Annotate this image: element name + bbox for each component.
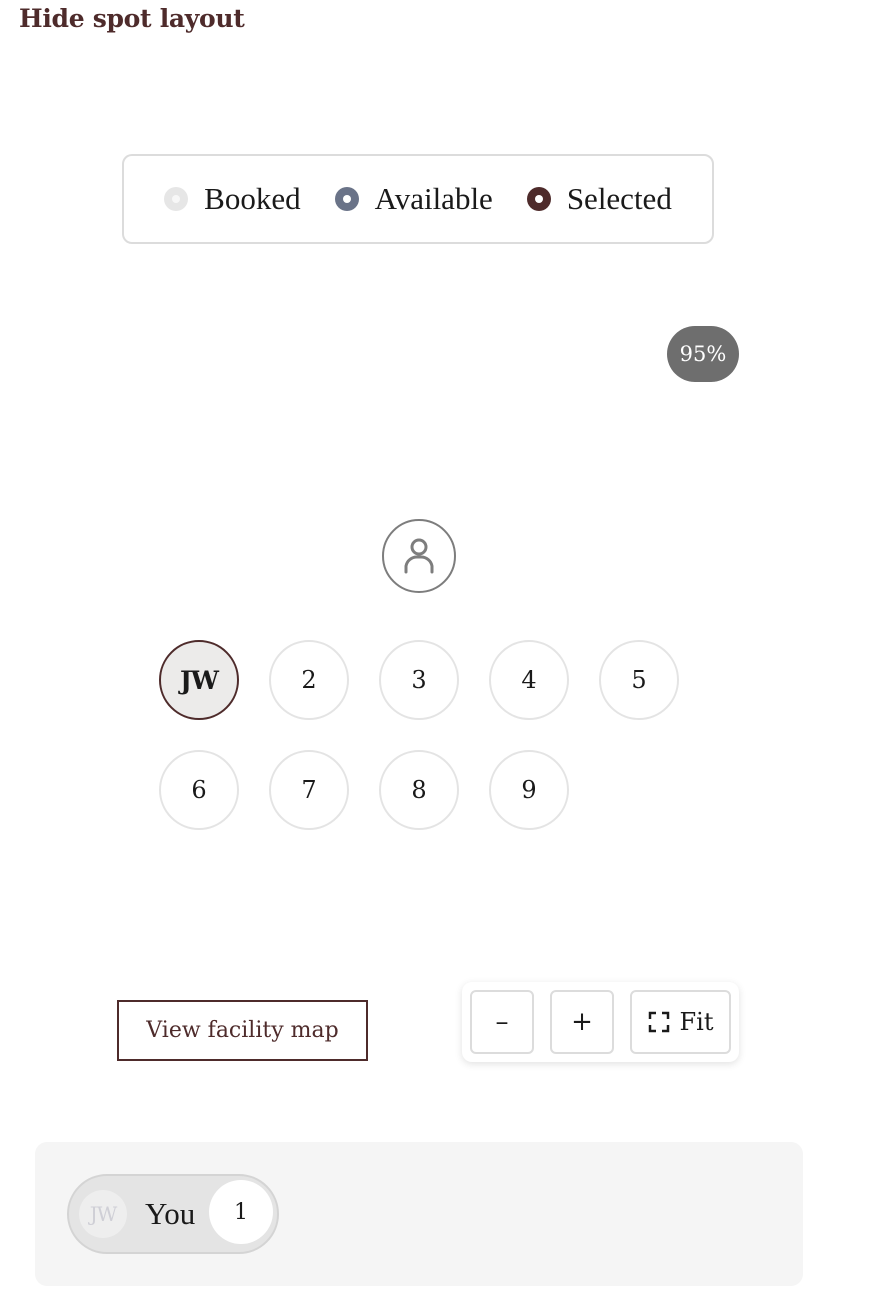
spot-8[interactable]: 8 [379, 750, 459, 830]
fit-label: Fit [679, 1008, 714, 1036]
fit-screen-icon [648, 1011, 669, 1033]
avatar: JW [79, 1190, 127, 1238]
legend-label-booked: Booked [204, 181, 301, 216]
hide-spot-layout-link[interactable]: Hide spot layout [19, 4, 245, 33]
available-dot-icon [334, 187, 359, 211]
legend-label-available: Available [374, 181, 493, 216]
attendee-spot-count: 1 [209, 1180, 273, 1244]
legend-label-selected: Selected [566, 181, 672, 216]
fit-button[interactable]: Fit [630, 990, 731, 1054]
legend-item-selected: Selected [526, 181, 672, 217]
spot-7[interactable]: 7 [269, 750, 349, 830]
spot-3[interactable]: 3 [379, 640, 459, 720]
spot-5[interactable]: 5 [599, 640, 679, 720]
booked-dot-icon [164, 187, 189, 211]
spot-2[interactable]: 2 [269, 640, 349, 720]
attendee-panel: JW You 1 [35, 1142, 803, 1286]
spot-legend: Booked Available Selected [122, 154, 714, 244]
legend-item-booked: Booked [164, 181, 301, 217]
zoom-level-badge: 95% [667, 326, 739, 382]
zoom-in-button[interactable]: + [550, 990, 614, 1054]
attendee-label: You [145, 1196, 196, 1231]
zoom-controls: – + Fit [462, 982, 739, 1062]
spot-9[interactable]: 9 [489, 750, 569, 830]
selected-dot-icon [526, 187, 551, 211]
person-icon [404, 538, 434, 574]
spot-6[interactable]: 6 [159, 750, 239, 830]
zoom-out-button[interactable]: – [470, 990, 534, 1054]
zoom-out-label: – [495, 1007, 509, 1037]
zoom-in-label: + [571, 1007, 593, 1037]
instructor-position [382, 519, 456, 593]
spot-4[interactable]: 4 [489, 640, 569, 720]
legend-item-available: Available [334, 181, 493, 217]
view-facility-map-button[interactable]: View facility map [117, 1000, 368, 1061]
spot-1[interactable]: JW [159, 640, 239, 720]
attendee-chip-you[interactable]: JW You 1 [67, 1174, 279, 1254]
